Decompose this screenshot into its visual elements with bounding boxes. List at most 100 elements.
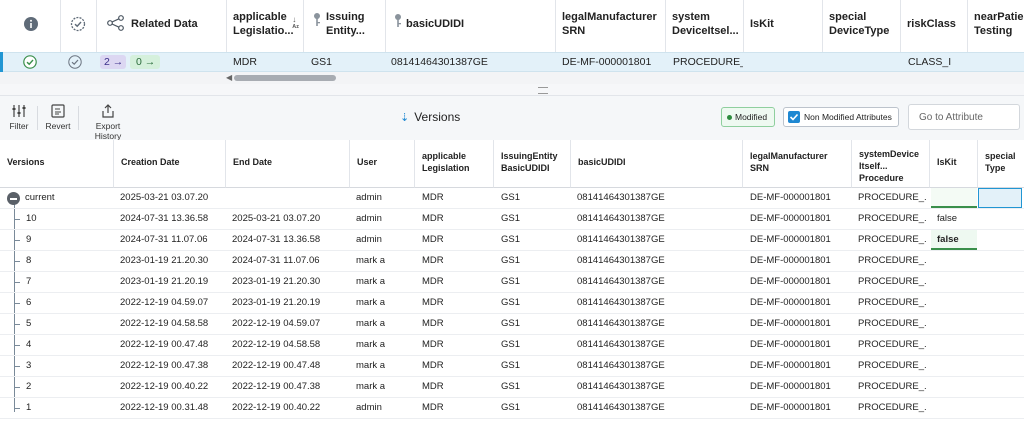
srn-header[interactable]: legalManufacturer SRN (556, 0, 666, 52)
export-history-button[interactable]: Export History (83, 104, 133, 141)
legislation-header[interactable]: applicable Legislatio... ↓ ᴬᶻ (227, 0, 304, 52)
related-data-label: Related Data (131, 18, 198, 30)
horizontal-scrollbar[interactable]: ◀ (0, 72, 1024, 84)
info-column-header[interactable] (0, 0, 61, 52)
near-patient-testing-header[interactable]: nearPatien Testing (968, 0, 1024, 52)
version-row[interactable]: 6 2022-12-19 04.59.07 2023-01-19 21.20.19 m… (0, 293, 1024, 314)
srn-value: DE-MF-000001801 (562, 56, 652, 68)
issuing-entity-header[interactable]: Issuing Entity... (304, 0, 386, 52)
system-device-cell: PROCEDURE_... (858, 276, 926, 287)
version-row[interactable]: 4 2022-12-19 00.47.48 2022-12-19 04.58.58 m… (0, 335, 1024, 356)
creation-date-col-header[interactable]: Creation Date (114, 140, 226, 188)
user-cell: mark a (356, 360, 386, 371)
legislation-cell: MDR (422, 234, 444, 245)
special-type-col-header[interactable]: special Type (978, 140, 1024, 188)
creation-date-cell: 2022-12-19 00.31.48 (120, 402, 209, 413)
legislation-cell: MDR (422, 339, 444, 350)
version-row[interactable]: 10 2024-07-31 13.36.58 2025-03-21 03.07.20… (0, 209, 1024, 230)
related-outgoing-badge[interactable]: 2 → (100, 55, 126, 69)
basic-udidi-cell: 08141464301387GE (577, 402, 665, 413)
system-device-cell: PROCEDURE_... (858, 255, 926, 266)
go-to-attribute-input[interactable] (908, 104, 1020, 130)
version-row[interactable]: 9 2024-07-31 11.07.06 2024-07-31 13.36.58 a… (0, 230, 1024, 251)
basic-udidi-cell: 08141464301387GE (577, 339, 665, 350)
tree-branch-line (14, 324, 20, 325)
end-date-cell: 2022-12-19 04.59.07 (232, 318, 321, 329)
related-data-icon (107, 15, 124, 31)
scroll-left-icon[interactable]: ◀ (226, 73, 232, 82)
key-icon (314, 13, 320, 26)
version-row[interactable]: current 2025-03-21 03.07.20 admin MDR GS1 081… (0, 188, 1024, 209)
end-date-cell: 2022-12-19 00.47.48 (232, 360, 321, 371)
issuing-entity-value: GS1 (311, 56, 333, 68)
user-cell: admin (356, 402, 382, 413)
is-kit-header[interactable]: IsKit (744, 0, 823, 52)
selected-row-indicator (0, 52, 3, 72)
version-row[interactable]: 3 2022-12-19 00.47.38 2022-12-19 00.47.48 m… (0, 356, 1024, 377)
is-kit-cell: false (937, 213, 958, 224)
basic-udidi-header[interactable]: basicUDIDI (386, 0, 556, 52)
selected-cell[interactable] (978, 188, 1022, 208)
versions-col-header[interactable]: Versions (0, 140, 114, 188)
collapse-icon[interactable] (7, 192, 20, 205)
scrollbar-thumb[interactable] (234, 75, 336, 81)
legislation-col-header[interactable]: applicable Legislation (415, 140, 494, 188)
issuing-entity-cell: GS1 (501, 276, 521, 287)
is-kit-col-header[interactable]: IsKit (930, 140, 978, 188)
issuing-entity-cell: GS1 (501, 402, 521, 413)
legislation-cell: MDR (422, 297, 444, 308)
srn-cell: DE-MF-000001801 (750, 234, 831, 245)
modified-dot-icon (727, 115, 732, 120)
srn-col-header[interactable]: legalManufacturer SRN (743, 140, 852, 188)
end-date-cell: 2024-07-31 13.36.58 (232, 234, 321, 245)
issuing-entity-cell: GS1 (501, 213, 521, 224)
version-row[interactable]: 2 2022-12-19 00.40.22 2022-12-19 00.47.38 m… (0, 377, 1024, 398)
legislation-label: applicable Legislatio... (233, 11, 294, 37)
basic-udidi-cell: 08141464301387GE (577, 360, 665, 371)
end-date-cell: 2022-12-19 00.47.38 (232, 381, 321, 392)
filter-button[interactable]: Filter (8, 104, 30, 131)
version-cell: 2 (26, 381, 32, 392)
issuing-entity-cell: GS1 (501, 339, 521, 350)
toolbar-divider (78, 106, 79, 130)
system-device-cell: PROCEDURE_... (858, 339, 926, 350)
sort-az-icon[interactable]: ↓ ᴬᶻ (292, 16, 299, 32)
legislation-cell: MDR (422, 192, 444, 203)
issuing-entity-cell: GS1 (501, 318, 521, 329)
revert-button[interactable]: Revert (44, 104, 72, 131)
system-device-header[interactable]: system DeviceItsel... (666, 0, 744, 52)
related-data-header[interactable]: Related Data (97, 0, 227, 52)
special-device-type-header[interactable]: special DeviceType (823, 0, 901, 52)
version-row[interactable]: 5 2022-12-19 04.58.58 2022-12-19 04.59.07 m… (0, 314, 1024, 335)
tree-branch-line (14, 282, 20, 283)
creation-date-cell: 2025-03-21 03.07.20 (120, 192, 209, 203)
risk-class-header[interactable]: riskClass (901, 0, 968, 52)
non-modified-attributes-toggle[interactable]: Non Modified Attributes (783, 107, 899, 127)
version-row[interactable]: 7 2023-01-19 21.20.19 2023-01-19 21.20.30 m… (0, 272, 1024, 293)
entity-row[interactable]: 2 → 0 → MDR GS1 08141464301387GE DE-MF-0… (0, 52, 1024, 72)
basic-udidi-cell: 08141464301387GE (577, 297, 665, 308)
legislation-value: MDR (233, 56, 257, 68)
system-device-col-header[interactable]: systemDevice Itself... Procedure (852, 140, 930, 188)
basic-udidi-col-header[interactable]: basicUDIDI (571, 140, 743, 188)
end-date-cell: 2022-12-19 00.40.22 (232, 402, 321, 413)
special-device-type-label: special DeviceType (829, 11, 890, 37)
version-row[interactable]: 1 2022-12-19 00.31.48 2022-12-19 00.40.22 a… (0, 398, 1024, 419)
is-kit-cell: false (937, 234, 959, 245)
related-incoming-badge[interactable]: 0 → (130, 55, 160, 69)
version-row[interactable]: 8 2023-01-19 21.20.30 2024-07-31 11.07.06 m… (0, 251, 1024, 272)
legislation-cell: MDR (422, 255, 444, 266)
checkbox-checked-icon[interactable] (788, 111, 800, 123)
validated-column-header[interactable] (61, 0, 97, 52)
version-cell: 1 (26, 402, 32, 413)
check-circle-outline-icon (68, 55, 82, 69)
key-icon (395, 14, 401, 27)
basic-udidi-cell: 08141464301387GE (577, 318, 665, 329)
splitter-grip-icon[interactable] (538, 87, 548, 94)
modified-filter-chip[interactable]: Modified (721, 107, 775, 127)
system-device-cell: PROCEDURE_... (858, 234, 926, 245)
issuing-entity-col-header[interactable]: IssuingEntity BasicUDIDI (494, 140, 571, 188)
end-date-col-header[interactable]: End Date (226, 140, 350, 188)
user-col-header[interactable]: User (350, 140, 415, 188)
panel-splitter[interactable] (0, 84, 1024, 96)
